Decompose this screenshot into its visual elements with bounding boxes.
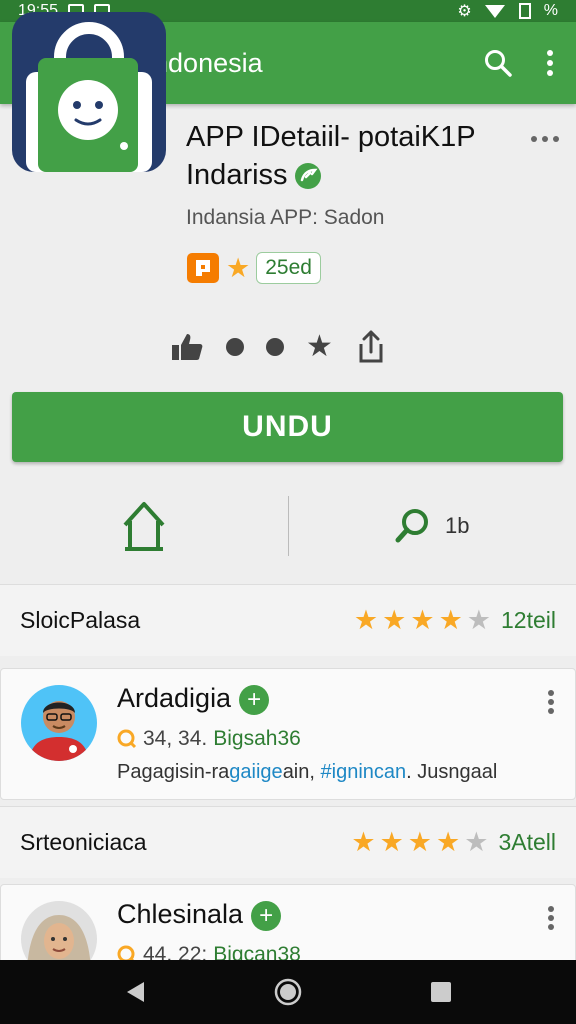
more-vertical-icon [548, 906, 554, 930]
review-text-part: ain, [282, 761, 321, 783]
magnifier-icon [395, 509, 428, 543]
dot-icon-1 [226, 338, 244, 356]
stats-row: 1b [0, 478, 576, 574]
star-icon: ★ [438, 605, 463, 635]
star-icon: ★ [379, 827, 404, 857]
review-hashtag[interactable]: #ignincan [321, 761, 407, 783]
dot-icon-2 [266, 338, 284, 356]
search-stat-value: 1b [445, 513, 470, 538]
review-more-button[interactable] [547, 689, 555, 720]
star-icon: ★ [410, 605, 435, 635]
reviewer-name-text: Chlesinala [117, 899, 244, 929]
avatar [21, 685, 97, 761]
rating-section-1[interactable]: SloicPalasa ★ ★ ★ ★ ★ 12teil [0, 584, 576, 656]
star-icon: ★ [353, 605, 379, 635]
rating-section-2[interactable]: Srteoniciaca ★ ★ ★ ★ ★ 3Atell [0, 806, 576, 878]
system-nav-bar [0, 960, 576, 1024]
award-icon [117, 729, 137, 749]
action-icons-row: ★ [170, 330, 387, 364]
star-icon: ★ [351, 827, 376, 857]
section-label: Srteoniciaca [20, 829, 147, 855]
more-horizontal-icon [531, 136, 559, 142]
search-stat[interactable]: 1b [289, 508, 576, 544]
section-count: 12teil [501, 607, 556, 633]
review-text: Pagagisin-ragaiigeain, #ignincan. Jusnga… [117, 761, 497, 784]
install-button[interactable]: UNDU [12, 392, 563, 462]
plus-icon: + [251, 900, 282, 931]
review-text-highlight: gaiige [229, 761, 283, 783]
app-subtitle: Indansia APP: Sadon [186, 206, 385, 229]
wishlist-star-icon[interactable]: ★ [306, 332, 333, 362]
verified-icon [294, 163, 321, 190]
search-icon[interactable] [484, 49, 512, 77]
review-card[interactable]: Ardadigia + 34, 34. Bigsah36 Pagagisin-ra… [0, 668, 576, 800]
star-icon: ★ [382, 605, 407, 635]
overflow-menu-icon[interactable] [546, 49, 554, 77]
review-text-part: . Jusngaal [406, 761, 498, 783]
app-icon [12, 12, 166, 172]
review-tag: Bigsah36 [213, 727, 301, 750]
section-label: SloicPalasa [20, 607, 141, 633]
battery-text: % [543, 2, 558, 19]
share-icon[interactable] [355, 330, 387, 364]
app-title-line-1: APP IDetaiil- potaiK1P [186, 121, 476, 153]
reviewer-name: Chlesinala + [117, 899, 282, 931]
reviewer-name: Ardadigia + [117, 683, 270, 715]
signal-icon [518, 3, 531, 19]
reviewer-name-text: Ardadigia [117, 683, 232, 713]
star-empty-icon: ★ [464, 827, 489, 857]
home-stat[interactable] [0, 499, 288, 553]
content-rating-icon [187, 253, 219, 283]
rating-star-icon: ★ [226, 252, 251, 283]
app-title: APP IDetaiil- potaiK1P Indariss [186, 118, 516, 194]
thumbs-up-icon[interactable] [170, 332, 204, 362]
review-numbers: 34, 34. [143, 727, 208, 750]
settings-status-icon: ⚙ [457, 3, 472, 20]
star-icon: ★ [436, 827, 461, 857]
wifi-icon [484, 5, 505, 18]
star-icon: ★ [407, 827, 433, 857]
home-icon [123, 502, 165, 551]
rating-label: 25ed [256, 252, 321, 284]
section-stars: ★ ★ ★ ★ ★ 12teil [354, 607, 556, 634]
review-meta: 34, 34. Bigsah36 [117, 727, 301, 751]
more-vertical-icon [548, 690, 554, 714]
app-more-button[interactable] [530, 130, 560, 148]
review-text-part: Pagagisin-ra [117, 761, 230, 783]
plus-icon: + [239, 684, 270, 715]
app-title-line-2: Indariss [186, 156, 516, 194]
review-more-button[interactable] [547, 905, 555, 936]
section-count: 3Atell [498, 829, 556, 855]
star-empty-icon: ★ [466, 605, 492, 635]
nav-home-icon[interactable] [274, 978, 302, 1006]
nav-back-icon[interactable] [124, 980, 146, 1004]
section-stars: ★ ★ ★ ★ ★ 3Atell [351, 829, 556, 856]
app-title-line-2-text: Indariss [186, 159, 288, 191]
nav-recents-icon[interactable] [430, 981, 452, 1003]
rating-badge-row: ★ 25ed [186, 252, 321, 284]
